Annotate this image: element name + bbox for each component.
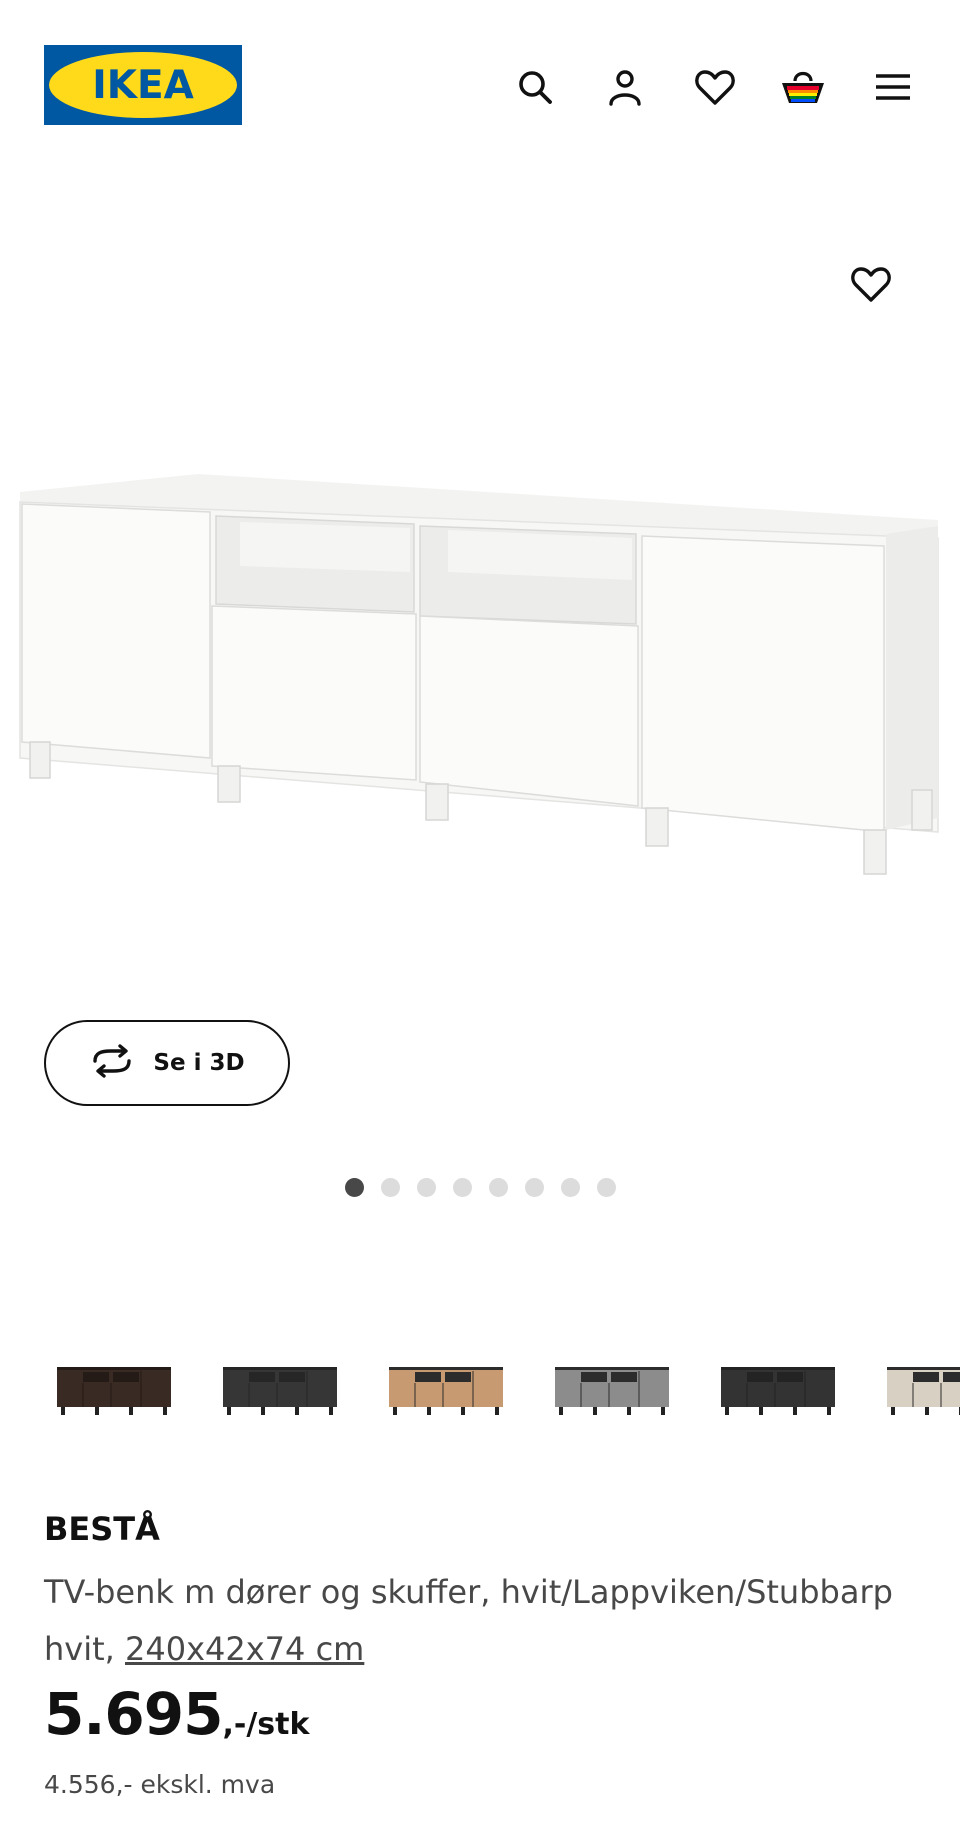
- gallery-dot[interactable]: [452, 1178, 472, 1197]
- ikea-logo[interactable]: IKEA: [44, 45, 242, 125]
- variant-thumbnail[interactable]: [376, 1328, 516, 1454]
- view-3d-button[interactable]: Se i 3D: [44, 1020, 290, 1106]
- price-amount: 5.695: [44, 1680, 223, 1748]
- gallery-pagination: [0, 1178, 960, 1197]
- rotate-3d-icon: [89, 1043, 135, 1083]
- view-3d-label: Se i 3D: [153, 1050, 245, 1076]
- product-price: 5.695 ,-/stk: [44, 1680, 309, 1748]
- variant-thumbnail[interactable]: [542, 1328, 682, 1454]
- gallery-dot[interactable]: [488, 1178, 508, 1197]
- variant-thumbnail[interactable]: [44, 1328, 184, 1454]
- variant-thumbnail[interactable]: [210, 1328, 350, 1454]
- price-suffix: ,-/stk: [222, 1707, 310, 1742]
- price-excl-vat: 4.556,- ekskl. mva: [44, 1770, 276, 1799]
- product-dimensions-link[interactable]: 240x42x74 cm: [125, 1630, 364, 1668]
- user-icon[interactable]: [598, 60, 652, 114]
- product-name: BESTÅ: [44, 1510, 160, 1548]
- gallery-dot[interactable]: [596, 1178, 616, 1197]
- gallery-dot[interactable]: [524, 1178, 544, 1197]
- gallery-dot[interactable]: [416, 1178, 436, 1197]
- gallery-dot[interactable]: [380, 1178, 400, 1197]
- variant-thumbnail[interactable]: [874, 1328, 960, 1454]
- variant-thumbnail[interactable]: [708, 1328, 848, 1454]
- basket-icon[interactable]: [776, 60, 830, 114]
- gallery-dot[interactable]: [560, 1178, 580, 1197]
- product-image: [18, 460, 942, 880]
- variant-selector: [44, 1328, 960, 1454]
- logo-text: IKEA: [92, 63, 194, 108]
- product-description: TV-benk m dører og skuffer, hvit/Lappvik…: [44, 1564, 924, 1678]
- gallery-dot[interactable]: [344, 1178, 364, 1197]
- menu-icon[interactable]: [866, 60, 920, 114]
- favourite-heart-icon[interactable]: [843, 256, 899, 312]
- heart-icon[interactable]: [688, 60, 742, 114]
- search-icon[interactable]: [508, 60, 562, 114]
